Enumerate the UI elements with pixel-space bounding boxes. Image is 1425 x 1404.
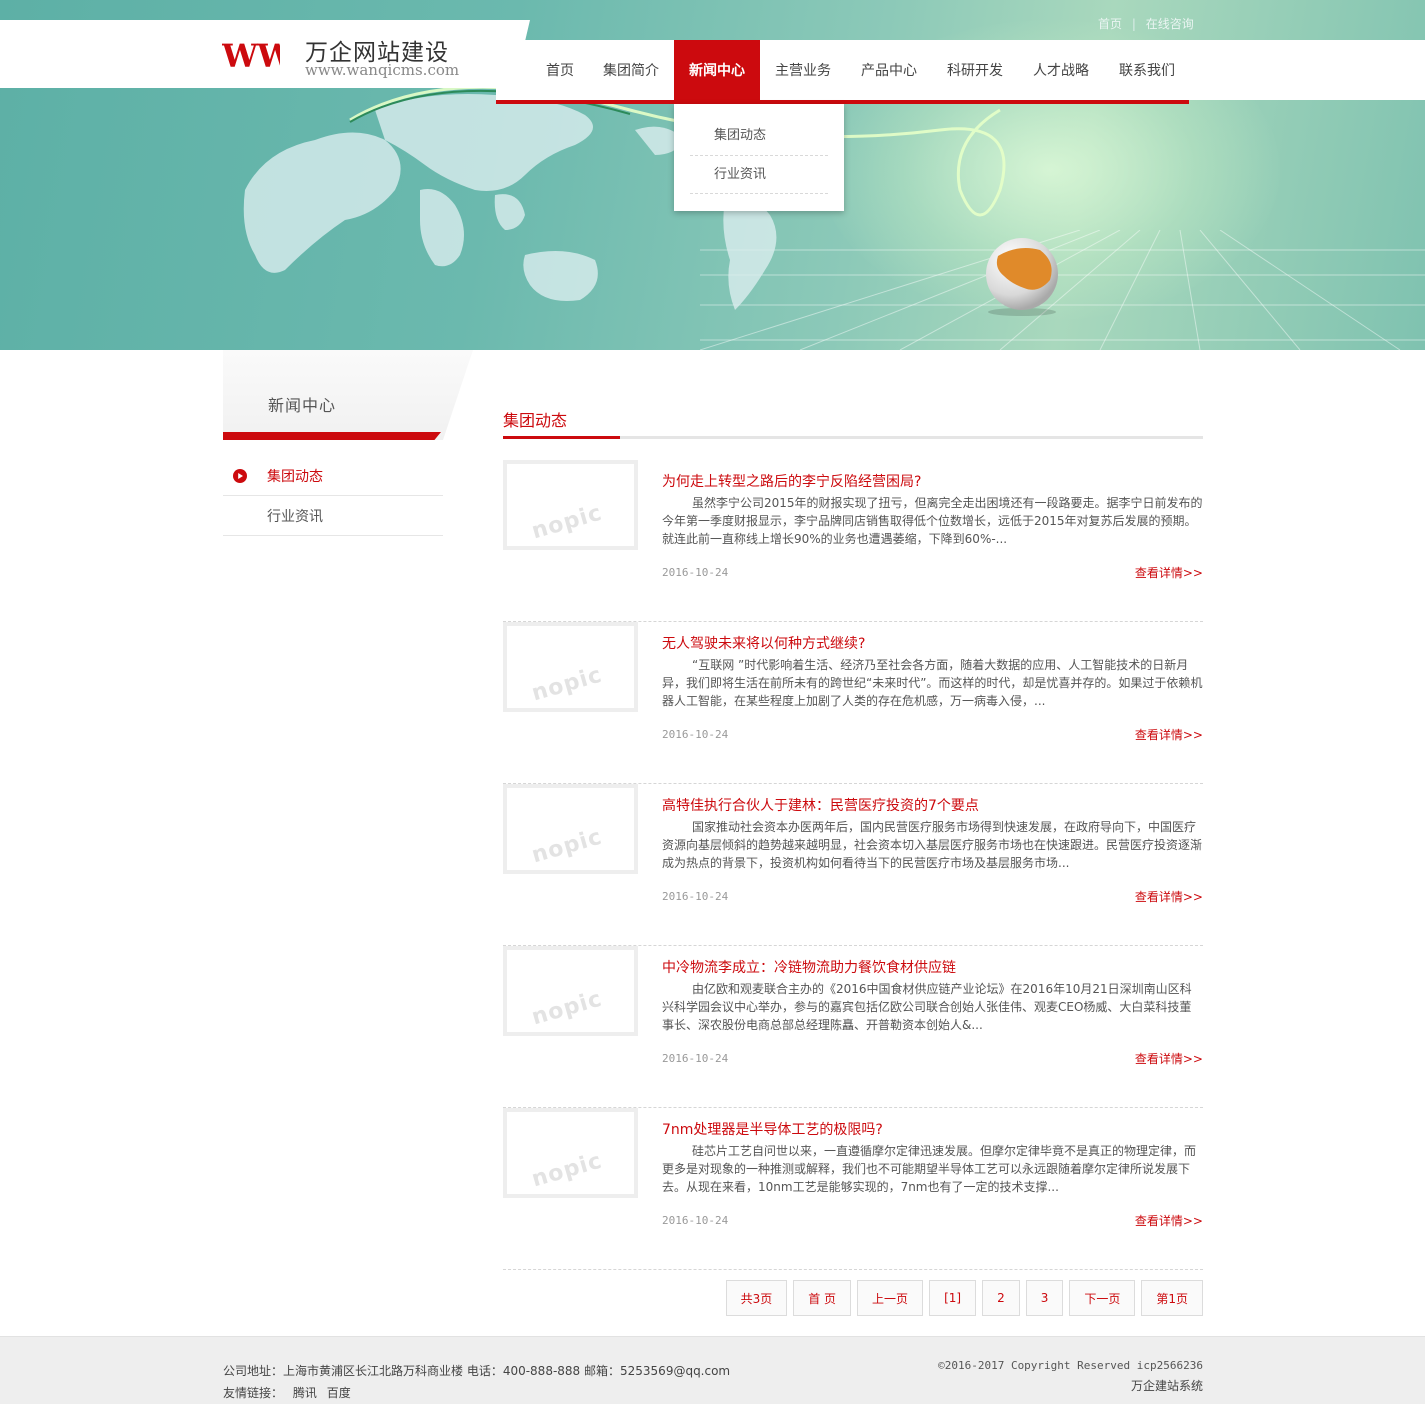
top-link-consult[interactable]: 在线咨询 <box>1146 17 1194 31</box>
news-item: nopic 中冷物流李成立：冷链物流助力餐饮食材供应链 由亿欧和观麦联合主办的《… <box>503 946 1203 1108</box>
news-more-link[interactable]: 查看详情>> <box>1135 564 1203 581</box>
sidebar-title: 新闻中心 <box>268 396 337 415</box>
news-summary: 虽然李宁公司2015年的财报实现了扭亏，但离完全走出困境还有一段路要走。据李宁日… <box>662 496 1203 546</box>
news-thumbnail[interactable]: nopic <box>503 784 638 874</box>
main-nav: 首页 集团简介 新闻中心 主营业务 产品中心 科研开发 人才战略 联系我们 <box>532 40 1190 100</box>
page-current[interactable]: [1] <box>929 1280 977 1316</box>
news-thumbnail[interactable]: nopic <box>503 1108 638 1198</box>
thumbnail-placeholder-text: nopic <box>528 986 606 1031</box>
nav-item-about[interactable]: 集团简介 <box>588 40 674 100</box>
logo-mark-text: W W <box>222 40 280 70</box>
sidebar-menu: 集团动态 行业资讯 <box>223 456 443 536</box>
news-item: nopic 无人驾驶未来将以何种方式继续? “互联网 ”时代影响着生活、经济乃至… <box>503 622 1203 784</box>
footer-links-label: 友情链接： <box>223 1386 284 1400</box>
logo-url: www.wanqicms.com <box>305 61 460 79</box>
thumbnail-placeholder-text: nopic <box>528 662 606 707</box>
news-thumbnail[interactable]: nopic <box>503 622 638 712</box>
footer-link-baidu[interactable]: 百度 <box>327 1386 351 1400</box>
dropdown-item-group-news[interactable]: 集团动态 <box>690 118 828 156</box>
page-last-button[interactable]: 第1页 <box>1141 1280 1203 1316</box>
news-more-link[interactable]: 查看详情>> <box>1135 726 1203 743</box>
footer-address: 公司地址：上海市黄浦区长江北路万科商业楼 电话：400-888-888 邮箱：5… <box>223 1364 731 1378</box>
news-summary: 国家推动社会资本办医两年后，国内民营医疗服务市场得到快速发展，在政府导向下，中国… <box>662 820 1203 870</box>
news-date: 2016-10-24 <box>662 566 729 579</box>
page-3-button[interactable]: 3 <box>1025 1280 1064 1316</box>
news-dropdown-menu: 集团动态 行业资讯 <box>674 104 844 211</box>
sidebar-item-label: 行业资讯 <box>267 508 323 525</box>
footer-links: 友情链接： 腾讯 百度 <box>223 1384 357 1401</box>
news-more-link[interactable]: 查看详情>> <box>1135 888 1203 905</box>
nav-item-talent[interactable]: 人才战略 <box>1018 40 1104 100</box>
nav-item-contact[interactable]: 联系我们 <box>1104 40 1190 100</box>
play-circle-icon <box>233 469 247 483</box>
news-summary: 由亿欧和观麦联合主办的《2016中国食材供应链产业论坛》在2016年10月21日… <box>662 982 1192 1032</box>
footer-link-tencent[interactable]: 腾讯 <box>293 1386 317 1400</box>
sidebar-item-label: 集团动态 <box>267 468 323 485</box>
footer: 公司地址：上海市黄浦区长江北路万科商业楼 电话：400-888-888 邮箱：5… <box>0 1336 1425 1404</box>
news-title[interactable]: 为何走上转型之路后的李宁反陷经营困局? <box>662 471 921 491</box>
news-title[interactable]: 无人驾驶未来将以何种方式继续? <box>662 633 865 653</box>
globe-graphic <box>986 238 1058 316</box>
thumbnail-placeholder-text: nopic <box>528 824 606 869</box>
news-date: 2016-10-24 <box>662 1214 729 1227</box>
news-title[interactable]: 7nm处理器是半导体工艺的极限吗? <box>662 1119 883 1139</box>
sidebar-item-group-news[interactable]: 集团动态 <box>223 456 443 496</box>
thumbnail-placeholder-text: nopic <box>528 500 606 545</box>
news-item: nopic 高特佳执行合伙人于建林：民营医疗投资的7个要点 国家推动社会资本办医… <box>503 784 1203 946</box>
news-item: nopic 为何走上转型之路后的李宁反陷经营困局? 虽然李宁公司2015年的财报… <box>503 460 1203 622</box>
sidebar-header <box>223 350 473 440</box>
sidebar-item-industry-news[interactable]: 行业资讯 <box>223 496 443 536</box>
news-list: nopic 为何走上转型之路后的李宁反陷经营困局? 虽然李宁公司2015年的财报… <box>503 460 1203 1270</box>
news-title[interactable]: 中冷物流李成立：冷链物流助力餐饮食材供应链 <box>662 957 956 977</box>
news-thumbnail[interactable]: nopic <box>503 460 638 550</box>
page-2-button[interactable]: 2 <box>982 1280 1020 1316</box>
news-date: 2016-10-24 <box>662 890 729 903</box>
news-date: 2016-10-24 <box>662 728 729 741</box>
top-link-home[interactable]: 首页 <box>1098 17 1122 31</box>
news-item: nopic 7nm处理器是半导体工艺的极限吗? 硅芯片工艺自问世以来，一直遵循摩… <box>503 1108 1203 1270</box>
thumbnail-placeholder-text: nopic <box>528 1148 606 1193</box>
page-first-button[interactable]: 首 页 <box>793 1280 852 1316</box>
top-link-separator: | <box>1131 17 1136 31</box>
news-summary: 硅芯片工艺自问世以来，一直遵循摩尔定律迅速发展。但摩尔定律毕竟不是真正的物理定律… <box>662 1144 1197 1194</box>
nav-item-home[interactable]: 首页 <box>532 40 588 100</box>
sidebar-accent-bar <box>223 432 441 440</box>
top-utility-links: 首页 | 在线咨询 <box>1098 15 1194 32</box>
news-thumbnail[interactable]: nopic <box>503 946 638 1036</box>
nav-item-business[interactable]: 主营业务 <box>760 40 846 100</box>
news-summary: “互联网 ”时代影响着生活、经济乃至社会各方面，随着大数据的应用、人工智能技术的… <box>662 658 1203 708</box>
logo-ww-icon[interactable]: W W <box>222 40 280 70</box>
page-total: 共3页 <box>725 1280 788 1316</box>
nav-item-research[interactable]: 科研开发 <box>932 40 1018 100</box>
news-more-link[interactable]: 查看详情>> <box>1135 1212 1203 1229</box>
footer-system-name: 万企建站系统 <box>1130 1379 1203 1393</box>
section-title-accent <box>503 436 620 439</box>
section-title: 集团动态 <box>503 411 568 430</box>
pagination: 共3页 首 页 上一页 [1] 2 3 下一页 第1页 <box>725 1280 1203 1316</box>
nav-item-news[interactable]: 新闻中心 <box>674 40 760 100</box>
dropdown-item-industry-news[interactable]: 行业资讯 <box>690 156 828 194</box>
news-date: 2016-10-24 <box>662 1052 729 1065</box>
nav-item-products[interactable]: 产品中心 <box>846 40 932 100</box>
news-title[interactable]: 高特佳执行合伙人于建林：民营医疗投资的7个要点 <box>662 795 979 815</box>
page-prev-button[interactable]: 上一页 <box>857 1280 924 1316</box>
footer-copyright: ©2016-2017 Copyright Reserved icp2566236 <box>938 1359 1203 1372</box>
news-more-link[interactable]: 查看详情>> <box>1135 1050 1203 1067</box>
page-next-button[interactable]: 下一页 <box>1069 1280 1136 1316</box>
